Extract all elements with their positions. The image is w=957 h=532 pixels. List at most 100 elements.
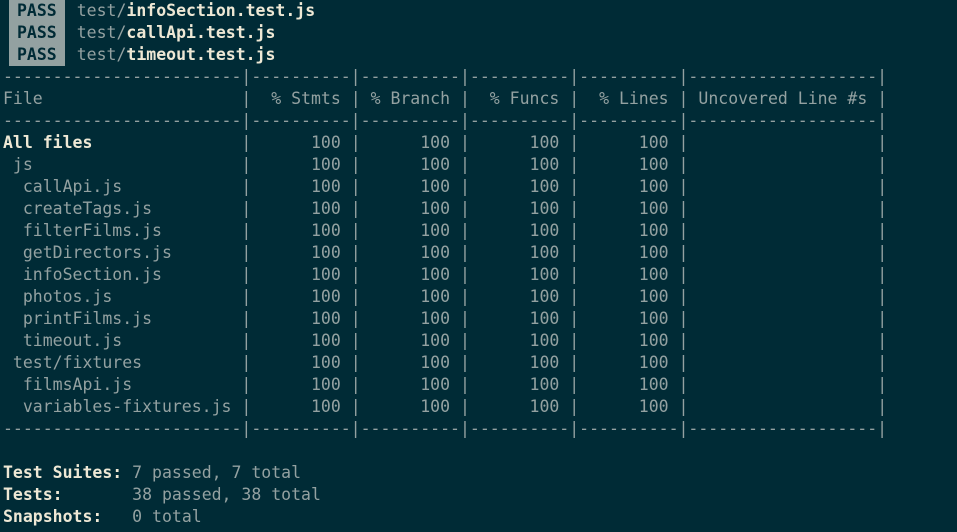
column-divider: | <box>678 265 689 284</box>
column-divider: | <box>877 331 888 350</box>
column-header: % Stmts <box>251 89 351 108</box>
pass-results: PASS test/infoSection.test.js PASS test/… <box>3 0 954 66</box>
column-header: Uncovered Line #s <box>688 89 878 108</box>
column-divider: | <box>459 375 470 394</box>
coverage-value-cell: 100 <box>469 243 570 262</box>
column-divider: | <box>678 331 689 350</box>
summary-label: Snapshots: <box>3 507 103 526</box>
coverage-value-cell: 100 <box>251 221 351 240</box>
column-divider: | <box>241 397 252 416</box>
coverage-value-cell: 100 <box>469 221 570 240</box>
column-divider: | <box>678 177 689 196</box>
table-row: js | 100 | 100 | 100 | 100 | | <box>3 154 954 176</box>
column-divider: | <box>350 243 361 262</box>
column-divider: | <box>459 265 470 284</box>
test-dir: test/ <box>76 45 127 64</box>
column-divider: | <box>350 155 361 174</box>
uncovered-lines-cell <box>688 397 877 416</box>
column-divider: | <box>241 265 252 284</box>
file-name-cell: timeout.js <box>3 331 242 350</box>
column-divider: | <box>350 353 361 372</box>
column-divider: | <box>877 89 888 108</box>
file-name-cell: getDirectors.js <box>3 243 242 262</box>
uncovered-lines-cell <box>688 133 877 152</box>
summary-label: Tests: <box>3 485 63 504</box>
coverage-value-cell: 100 <box>251 265 351 284</box>
coverage-value-cell: 100 <box>360 199 460 218</box>
coverage-value-cell: 100 <box>579 353 679 372</box>
column-divider: | <box>350 331 361 350</box>
table-row: variables-fixtures.js | 100 | 100 | 100 … <box>3 396 954 418</box>
summary-label: Test Suites: <box>3 463 123 482</box>
column-divider: | <box>350 375 361 394</box>
test-file: callApi.test.js <box>126 23 276 42</box>
table-separator-row: ------------------------|----------|----… <box>3 418 954 440</box>
file-name-cell: printFilms.js <box>3 309 242 328</box>
column-divider: | <box>877 199 888 218</box>
coverage-value-cell: 100 <box>579 133 679 152</box>
column-divider: | <box>569 177 580 196</box>
table-header-row: File | % Stmts | % Branch | % Funcs | % … <box>3 88 954 110</box>
coverage-value-cell: 100 <box>251 397 351 416</box>
column-divider: | <box>459 243 470 262</box>
file-name-cell: callApi.js <box>3 177 242 196</box>
coverage-value-cell: 100 <box>360 133 460 152</box>
coverage-value-cell: 100 <box>579 265 679 284</box>
coverage-value-cell: 100 <box>360 265 460 284</box>
file-name-cell: All files <box>3 133 242 152</box>
column-divider: | <box>678 397 689 416</box>
column-divider: | <box>350 287 361 306</box>
column-divider: | <box>877 265 888 284</box>
table-separator-row: ------------------------|----------|----… <box>3 66 954 88</box>
coverage-value-cell: 100 <box>579 155 679 174</box>
column-divider: | <box>877 287 888 306</box>
column-divider: | <box>678 133 689 152</box>
coverage-value-cell: 100 <box>469 177 570 196</box>
column-divider: | <box>350 309 361 328</box>
column-divider: | <box>569 89 580 108</box>
column-divider: | <box>241 155 252 174</box>
table-separator: ------------------------|----------|----… <box>3 419 888 438</box>
pass-badge: PASS <box>9 0 65 22</box>
table-row: timeout.js | 100 | 100 | 100 | 100 | | <box>3 330 954 352</box>
table-separator: ------------------------|----------|----… <box>3 111 888 130</box>
column-divider: | <box>678 243 689 262</box>
table-row: All files | 100 | 100 | 100 | 100 | | <box>3 132 954 154</box>
column-divider: | <box>678 309 689 328</box>
test-dir: test/ <box>76 23 127 42</box>
column-divider: | <box>877 309 888 328</box>
pass-result-row: PASS test/callApi.test.js <box>3 22 954 44</box>
column-divider: | <box>459 331 470 350</box>
column-divider: | <box>241 133 252 152</box>
table-row: test/fixtures | 100 | 100 | 100 | 100 | … <box>3 352 954 374</box>
column-divider: | <box>569 353 580 372</box>
coverage-value-cell: 100 <box>579 309 679 328</box>
column-divider: | <box>569 155 580 174</box>
column-divider: | <box>569 199 580 218</box>
table-row: createTags.js | 100 | 100 | 100 | 100 | … <box>3 198 954 220</box>
table-row: filmsApi.js | 100 | 100 | 100 | 100 | | <box>3 374 954 396</box>
file-name-cell: createTags.js <box>3 199 242 218</box>
coverage-value-cell: 100 <box>579 199 679 218</box>
file-name-cell: photos.js <box>3 287 242 306</box>
pass-result-row: PASS test/timeout.test.js <box>3 44 954 66</box>
table-row: getDirectors.js | 100 | 100 | 100 | 100 … <box>3 242 954 264</box>
column-divider: | <box>459 353 470 372</box>
coverage-value-cell: 100 <box>469 133 570 152</box>
coverage-value-cell: 100 <box>360 375 460 394</box>
column-divider: | <box>459 199 470 218</box>
test-file: infoSection.test.js <box>126 1 316 20</box>
coverage-value-cell: 100 <box>579 221 679 240</box>
column-divider: | <box>877 133 888 152</box>
coverage-value-cell: 100 <box>469 375 570 394</box>
pass-badge: PASS <box>9 22 65 44</box>
coverage-value-cell: 100 <box>251 243 351 262</box>
column-divider: | <box>877 397 888 416</box>
column-divider: | <box>241 177 252 196</box>
file-name-cell: filmsApi.js <box>3 375 242 394</box>
uncovered-lines-cell <box>688 331 877 350</box>
file-name-cell: infoSection.js <box>3 265 242 284</box>
uncovered-lines-cell <box>688 309 877 328</box>
coverage-value-cell: 100 <box>251 133 351 152</box>
column-divider: | <box>241 309 252 328</box>
